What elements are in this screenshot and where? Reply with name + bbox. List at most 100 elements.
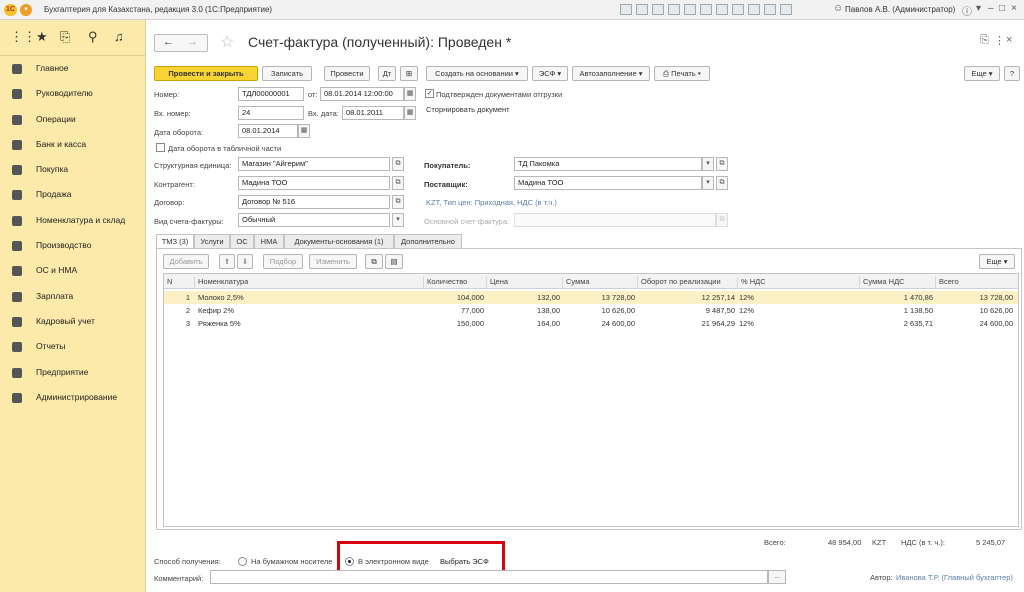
favorite-star-icon[interactable]: ☆ bbox=[220, 32, 234, 52]
reverse-document-link[interactable]: Сторнировать документ bbox=[426, 105, 510, 114]
col-nomenclature[interactable]: Номенклатура bbox=[194, 277, 248, 289]
change-button[interactable]: Изменить bbox=[309, 254, 357, 269]
current-user[interactable]: Павлов А.В. (Администратор) bbox=[845, 5, 955, 14]
maximize-icon[interactable]: □ bbox=[999, 3, 1005, 14]
more-button[interactable]: Еще ▾ bbox=[964, 66, 1000, 81]
tab-base-documents[interactable]: Документы-основания (1) bbox=[284, 234, 394, 249]
col-n[interactable]: N bbox=[164, 277, 172, 289]
table-more-button[interactable]: Еще ▾ bbox=[979, 254, 1015, 269]
comment-expand-button[interactable]: ... bbox=[768, 570, 786, 584]
invoice-type-select[interactable]: Обычный bbox=[238, 213, 390, 227]
print-button[interactable]: ⎙ Печать ▾ bbox=[654, 66, 710, 81]
number-field[interactable]: ТДЛ00000001 bbox=[238, 87, 304, 101]
help-button[interactable]: ? bbox=[1004, 66, 1020, 81]
turnover-date-field[interactable]: 08.01.2014 bbox=[238, 124, 298, 138]
esf-button[interactable]: ЭСФ ▾ bbox=[532, 66, 568, 81]
tab-os[interactable]: ОС bbox=[230, 234, 254, 249]
open-icon[interactable]: ⧉ bbox=[716, 157, 728, 171]
sidebar-item-3[interactable]: Банк и касса bbox=[0, 132, 145, 157]
tab-tmz[interactable]: ТМЗ (3) bbox=[156, 234, 194, 249]
sidebar-item-5[interactable]: Продажа bbox=[0, 182, 145, 207]
sidebar-item-6[interactable]: Номенклатура и склад bbox=[0, 208, 145, 233]
sidebar-item-7[interactable]: Производство bbox=[0, 233, 145, 258]
sidebar-item-8[interactable]: ОС и НМА bbox=[0, 258, 145, 283]
paper-radio-label[interactable]: На бумажном носителе bbox=[251, 557, 332, 566]
contract-field[interactable]: Договор № 516 bbox=[238, 195, 390, 209]
counterparty-field[interactable]: Мадина ТОО bbox=[238, 176, 390, 190]
all-functions-icon[interactable]: ⋮⋮ bbox=[10, 29, 36, 45]
col-quantity[interactable]: Количество bbox=[423, 277, 467, 289]
star-icon[interactable] bbox=[780, 4, 792, 15]
main-menu-button[interactable]: ▾ bbox=[20, 4, 32, 16]
col-total[interactable]: Всего bbox=[935, 277, 959, 289]
open-icon[interactable]: ⧉ bbox=[392, 195, 404, 209]
turnover-table-checkbox[interactable] bbox=[156, 143, 165, 152]
confirm-checkbox[interactable]: ✓ bbox=[425, 89, 434, 98]
supplier-field[interactable]: Мадина ТОО bbox=[514, 176, 702, 190]
in-number-field[interactable]: 24 bbox=[238, 106, 304, 120]
link-icon[interactable]: ⎘ bbox=[980, 34, 989, 47]
table-row[interactable]: 1 Молоко 2,5% 104,000 132,00 13 728,00 12 257… bbox=[164, 291, 1018, 304]
table-row[interactable]: 2 Кефир 2% 77,000 138,00 10 626,00 9 487,50 12… bbox=[164, 304, 1018, 317]
open-icon[interactable]: ⧉ bbox=[392, 157, 404, 171]
buyer-field[interactable]: ТД Пакомка bbox=[514, 157, 702, 171]
table-icon[interactable] bbox=[700, 4, 712, 15]
sidebar-item-9[interactable]: Зарплата bbox=[0, 284, 145, 309]
paste-icon[interactable]: ▤ bbox=[385, 254, 403, 269]
history-icon[interactable]: ⎘ bbox=[60, 29, 70, 45]
movements-icon[interactable]: Дт bbox=[378, 66, 396, 81]
open-icon[interactable]: ⧉ bbox=[392, 176, 404, 190]
history-icon[interactable] bbox=[764, 4, 776, 15]
sidebar-item-13[interactable]: Администрирование bbox=[0, 385, 145, 410]
tab-services[interactable]: Услуги bbox=[194, 234, 230, 249]
save-icon[interactable] bbox=[652, 4, 664, 15]
tab-nma[interactable]: НМА bbox=[254, 234, 284, 249]
move-up-icon[interactable]: ⬆ bbox=[219, 254, 235, 269]
tab-additional[interactable]: Дополнительно bbox=[394, 234, 462, 249]
forward-button[interactable]: → bbox=[187, 36, 198, 48]
memory-minus-icon[interactable] bbox=[716, 4, 728, 15]
date-field[interactable]: 08.01.2014 12:00:00 bbox=[320, 87, 404, 101]
save-button[interactable]: Записать bbox=[262, 66, 312, 81]
col-vat-sum[interactable]: Сумма НДС bbox=[859, 277, 905, 289]
sidebar-item-10[interactable]: Кадровый учет bbox=[0, 309, 145, 334]
structure-icon[interactable]: ⊞ bbox=[400, 66, 418, 81]
sidebar-item-0[interactable]: Главное bbox=[0, 56, 145, 81]
info-icon[interactable]: ⓘ bbox=[962, 3, 972, 18]
col-price[interactable]: Цена bbox=[486, 277, 508, 289]
sidebar-item-11[interactable]: Отчеты bbox=[0, 334, 145, 359]
settings-icon[interactable]: ▾ bbox=[976, 3, 981, 14]
close-icon[interactable]: × bbox=[1011, 3, 1017, 14]
add-row-button[interactable]: Добавить bbox=[163, 254, 209, 269]
create-based-button[interactable]: Создать на основании ▾ bbox=[426, 66, 528, 81]
calculator-icon[interactable] bbox=[620, 4, 632, 15]
calendar-icon[interactable] bbox=[684, 4, 696, 15]
bell-icon[interactable] bbox=[748, 4, 760, 15]
notifications-icon[interactable]: ♫ bbox=[114, 29, 124, 44]
back-button[interactable]: ← bbox=[163, 36, 174, 48]
author-link[interactable]: Иванова Т.Р. (Главный бухгалтер) bbox=[896, 573, 1013, 582]
dropdown-icon[interactable]: ▾ bbox=[702, 157, 714, 171]
attach-icon[interactable] bbox=[668, 4, 680, 15]
dropdown-icon[interactable]: ▾ bbox=[702, 176, 714, 190]
sidebar-item-1[interactable]: Руководителю bbox=[0, 81, 145, 106]
more-icon[interactable]: ⋮ bbox=[994, 34, 1005, 47]
sidebar-item-12[interactable]: Предприятие bbox=[0, 360, 145, 385]
in-date-field[interactable]: 08.01.2011 bbox=[342, 106, 404, 120]
post-button[interactable]: Провести bbox=[324, 66, 370, 81]
calendar-icon[interactable]: ▦ bbox=[404, 87, 416, 101]
search-icon[interactable]: ⚲ bbox=[88, 29, 98, 45]
minimize-icon[interactable]: – bbox=[988, 3, 994, 14]
col-sum[interactable]: Сумма bbox=[562, 277, 590, 289]
unit-field[interactable]: Магазин "Айгерим" bbox=[238, 157, 390, 171]
memory-plus-icon[interactable] bbox=[732, 4, 744, 15]
favorites-icon[interactable]: ★ bbox=[36, 29, 48, 45]
autofill-button[interactable]: Автозаполнение ▾ bbox=[572, 66, 650, 81]
comment-field[interactable] bbox=[210, 570, 768, 584]
pick-button[interactable]: Подбор bbox=[263, 254, 303, 269]
paper-radio[interactable] bbox=[238, 557, 247, 566]
col-turnover[interactable]: Оборот по реализации bbox=[637, 277, 721, 289]
col-vat-rate[interactable]: % НДС bbox=[737, 277, 766, 289]
calendar-icon[interactable]: ▦ bbox=[404, 106, 416, 120]
post-and-close-button[interactable]: Провести и закрыть bbox=[154, 66, 258, 81]
